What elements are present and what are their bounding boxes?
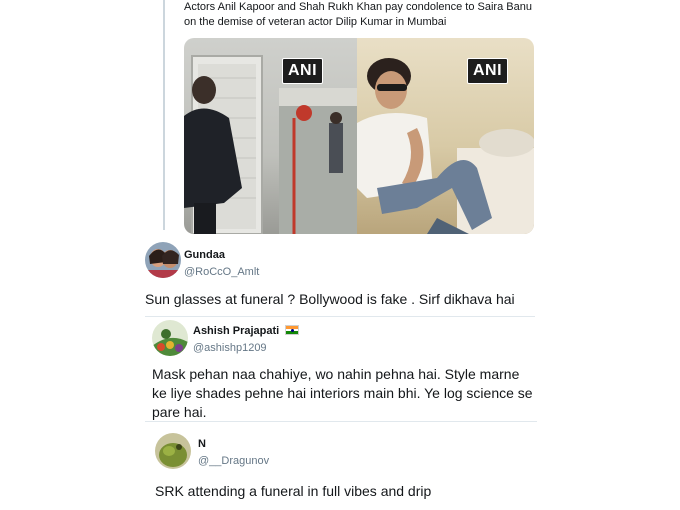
avatar[interactable]: [152, 320, 188, 356]
user-handle[interactable]: @ashishp1209: [193, 342, 267, 354]
india-flag-icon: [285, 325, 300, 335]
ani-watermark-right: ANI: [467, 58, 509, 84]
quoted-tweet-text: Actors Anil Kapoor and Shah Rukh Khan pa…: [184, 1, 532, 28]
avatar[interactable]: [145, 242, 181, 278]
display-name-text[interactable]: Ashish Prajapati: [193, 325, 279, 337]
tweet-media[interactable]: ANI ANI: [184, 38, 534, 234]
user-handle[interactable]: @RoCcO_Amlt: [184, 266, 259, 278]
divider: [145, 421, 537, 422]
divider: [145, 316, 535, 317]
media-image-right[interactable]: ANI: [357, 38, 534, 234]
display-name[interactable]: N: [198, 438, 206, 450]
display-name[interactable]: Ashish Prajapati: [193, 325, 300, 337]
user-avatar-photo: [155, 433, 191, 469]
media-image-left[interactable]: ANI: [184, 38, 357, 234]
ani-watermark-left: ANI: [282, 58, 324, 84]
reply-text: Sun glasses at funeral ? Bollywood is fa…: [145, 291, 515, 307]
anil-kapoor-photo: [184, 55, 357, 234]
user-avatar-photo: [145, 242, 181, 278]
reply-text: SRK attending a funeral in full vibes an…: [155, 483, 432, 499]
user-handle[interactable]: @__Dragunov: [198, 455, 269, 467]
user-avatar-photo: [152, 320, 188, 356]
reply-text: Mask pehan naa chahiye, wo nahin pehna h…: [152, 366, 533, 420]
avatar[interactable]: [155, 433, 191, 469]
display-name[interactable]: Gundaa: [184, 249, 225, 261]
thread-line: [163, 0, 165, 230]
